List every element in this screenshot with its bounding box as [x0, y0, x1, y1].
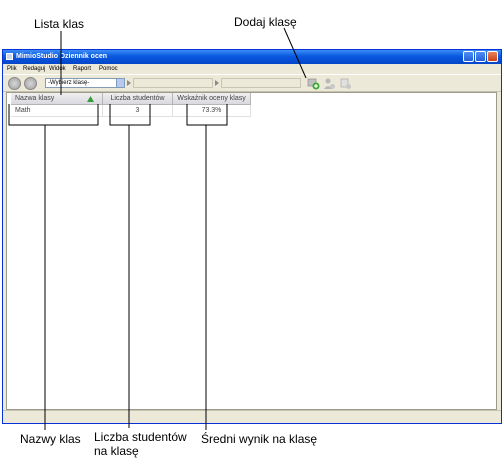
- menu-widok[interactable]: Widok: [49, 64, 66, 74]
- menu-bar: Plik Redaguj Widok Raport Pomoc: [3, 64, 501, 74]
- title-bar[interactable]: MimioStudio Dziennik ocen: [3, 50, 501, 64]
- class-select[interactable]: -Wybierz klasę-: [45, 78, 125, 88]
- grid-header: Nazwa klasy Liczba studentów Wskaźnik oc…: [11, 93, 251, 105]
- column-header-student-count[interactable]: Liczba studentów: [103, 93, 173, 105]
- activity-select[interactable]: [221, 78, 301, 88]
- menu-pomoc[interactable]: Pomoc: [99, 64, 118, 74]
- callout-liczba-line1: Liczba studentów: [94, 430, 187, 444]
- cell-class-score: 73.3%: [173, 105, 251, 117]
- table-row[interactable]: Math 3 73.3%: [11, 105, 251, 117]
- callout-liczba-studentow: Liczba studentów na klasę: [94, 430, 187, 458]
- window-title: MimioStudio Dziennik ocen: [16, 53, 108, 60]
- play-icon-2[interactable]: [215, 80, 219, 86]
- student-select[interactable]: [133, 78, 213, 88]
- back-icon[interactable]: [8, 77, 21, 90]
- column-header-class-score[interactable]: Wskaźnik oceny klasy: [173, 93, 251, 105]
- menu-raport[interactable]: Raport: [73, 64, 91, 74]
- column-header-class-name[interactable]: Nazwa klasy: [11, 93, 103, 105]
- minimize-button[interactable]: [463, 51, 474, 62]
- cell-student-count: 3: [103, 105, 173, 117]
- app-icon: [6, 53, 13, 60]
- class-select-value: -Wybierz klasę-: [48, 80, 90, 86]
- toolbar: -Wybierz klasę-: [3, 74, 501, 92]
- add-student-icon[interactable]: [323, 77, 336, 90]
- chevron-down-icon[interactable]: [116, 79, 124, 87]
- callout-sredni-wynik: Średni wynik na klasę: [201, 432, 318, 446]
- app-window: MimioStudio Dziennik ocen Plik Redaguj W…: [2, 49, 502, 424]
- close-button[interactable]: [487, 51, 498, 62]
- forward-icon[interactable]: [24, 77, 37, 90]
- menu-redaguj[interactable]: Redaguj: [23, 64, 45, 74]
- column-header-class-name-label: Nazwa klasy: [15, 95, 55, 102]
- sort-ascending-icon: [87, 96, 94, 102]
- status-bar: [3, 410, 501, 424]
- callout-lista-klas: Lista klas: [34, 17, 85, 31]
- callout-liczba-line2: na klasę: [94, 444, 139, 458]
- add-class-icon[interactable]: [307, 77, 320, 90]
- gradebook-grid: Nazwa klasy Liczba studentów Wskaźnik oc…: [6, 92, 497, 410]
- maximize-button[interactable]: [475, 51, 486, 62]
- callout-dodaj-klase: Dodaj klasę: [234, 15, 297, 29]
- callout-nazwy-klas: Nazwy klas: [20, 432, 81, 446]
- play-icon[interactable]: [127, 80, 131, 86]
- cell-class-name: Math: [11, 105, 103, 117]
- add-activity-icon[interactable]: [339, 77, 352, 90]
- menu-plik[interactable]: Plik: [7, 64, 17, 74]
